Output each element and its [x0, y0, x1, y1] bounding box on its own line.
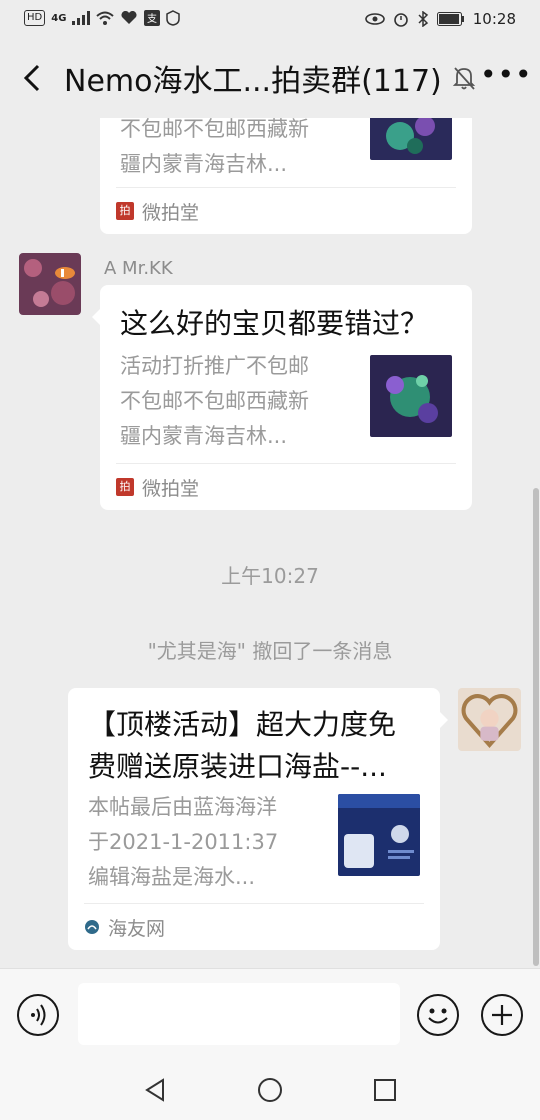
svg-text:支: 支	[147, 13, 157, 25]
plus-icon	[492, 1005, 512, 1025]
avatar[interactable]	[19, 253, 81, 315]
emoji-icon	[428, 1008, 448, 1024]
source-label: 微拍堂	[142, 477, 200, 500]
nav-back-icon[interactable]	[141, 1076, 169, 1104]
weipaitang-logo-icon: 拍	[116, 202, 134, 220]
bubble-tail	[440, 712, 448, 728]
signal-icon	[72, 11, 91, 25]
system-navigation-bar	[0, 1064, 540, 1120]
alarm-icon	[393, 13, 408, 27]
wifi-icon	[96, 11, 115, 25]
card-title-line: 费赠送原装进口海盐--...	[88, 750, 387, 783]
status-bar: HD 4G 支 10:28	[0, 0, 540, 40]
message-input[interactable]	[78, 983, 400, 1045]
more-menu-icon[interactable]: •••	[480, 60, 532, 94]
network-badge: 4G	[51, 12, 67, 24]
shared-link-card[interactable]: 这么好的宝贝都要错过？ 活动打折推广不包邮 不包邮不包邮西藏新 疆内蒙青海吉林.…	[92, 285, 472, 510]
card-desc-line: 不包邮不包邮西藏新	[120, 118, 309, 141]
card-desc-line: 活动打折推广不包邮	[120, 354, 309, 378]
shared-link-card[interactable]: 不包邮不包邮西藏新 疆内蒙青海吉林... 拍 微拍堂	[100, 118, 472, 234]
card-desc-line: 于2021-1-2011:37	[88, 830, 279, 854]
back-arrow-icon[interactable]	[18, 60, 48, 96]
card-desc-line: 不包邮不包邮西藏新	[120, 389, 309, 413]
coral-thumbnail	[370, 355, 452, 437]
card-source: 拍 微拍堂	[116, 463, 456, 510]
sea-salt-thumbnail	[338, 794, 420, 876]
card-title: 这么好的宝贝都要错过？	[120, 307, 429, 340]
alipay-icon: 支	[144, 10, 161, 26]
nav-recents-icon[interactable]	[371, 1076, 399, 1104]
health-icon	[121, 11, 137, 24]
voice-icon	[31, 1004, 46, 1026]
recall-notice: "尤其是海" 撤回了一条消息	[147, 639, 393, 663]
bubble-tail	[92, 309, 100, 325]
muted-bell-icon[interactable]	[452, 64, 476, 92]
clock: 10:28	[472, 10, 516, 28]
card-source: 海友网	[84, 903, 424, 950]
card-title-line: 【顶楼活动】超大力度免	[88, 708, 397, 741]
shared-link-card[interactable]: 【顶楼活动】超大力度免 费赠送原装进口海盐--... 本帖最后由蓝海海洋 于20…	[68, 688, 448, 950]
source-label: 海友网	[108, 917, 166, 940]
message-list[interactable]: 不包邮不包邮西藏新 疆内蒙青海吉林... 拍 微拍堂 A Mr.KK 这么好的宝…	[0, 118, 540, 968]
timestamp: 上午10:27	[221, 564, 319, 588]
battery-icon	[436, 12, 464, 26]
sender-name: A Mr.KK	[104, 258, 173, 279]
bluetooth-icon	[418, 11, 428, 27]
more-functions-button[interactable]	[481, 994, 523, 1036]
weipaitang-logo-icon: 拍	[116, 478, 134, 496]
nav-home-icon[interactable]	[256, 1076, 284, 1104]
chat-header: Nemo海水工...拍卖群(117) •••	[0, 40, 540, 118]
hd-badge: HD	[24, 10, 46, 26]
haiyouwang-logo-icon	[85, 920, 99, 934]
card-source: 拍 微拍堂	[116, 187, 456, 234]
eye-icon	[364, 13, 385, 25]
source-label: 微拍堂	[142, 201, 200, 224]
shield-icon	[166, 10, 181, 26]
card-desc-line: 编辑海盐是海水...	[88, 865, 256, 889]
card-desc-line: 疆内蒙青海吉林...	[120, 424, 288, 448]
chat-title: Nemo海水工...拍卖群(117)	[64, 64, 442, 99]
scrollbar[interactable]	[533, 488, 539, 966]
emoji-button[interactable]	[417, 994, 459, 1036]
card-desc-line: 疆内蒙青海吉林...	[120, 152, 288, 176]
coral-thumbnail	[370, 118, 452, 160]
input-bar	[0, 968, 540, 1065]
avatar[interactable]	[458, 688, 521, 751]
voice-input-button[interactable]	[17, 994, 59, 1036]
card-desc-line: 本帖最后由蓝海海洋	[88, 795, 277, 819]
